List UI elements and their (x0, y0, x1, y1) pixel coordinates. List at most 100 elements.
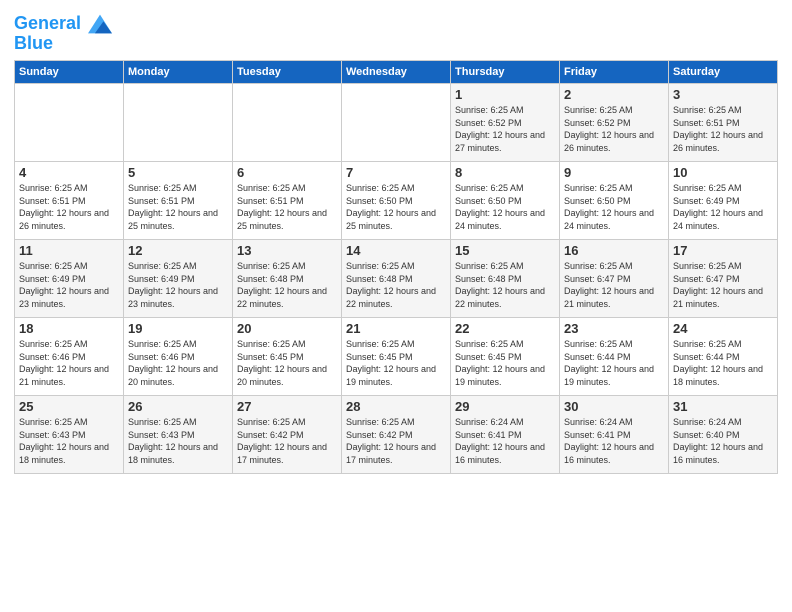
calendar-cell: 6 Sunrise: 6:25 AM Sunset: 6:51 PM Daylig… (233, 162, 342, 240)
weekday-header-saturday: Saturday (669, 61, 778, 84)
day-number: 2 (564, 87, 664, 102)
day-number: 28 (346, 399, 446, 414)
calendar-cell: 29 Sunrise: 6:24 AM Sunset: 6:41 PM Dayli… (451, 396, 560, 474)
calendar-cell: 9 Sunrise: 6:25 AM Sunset: 6:50 PM Daylig… (560, 162, 669, 240)
day-number: 19 (128, 321, 228, 336)
day-info: Sunrise: 6:25 AM Sunset: 6:49 PM Dayligh… (673, 182, 773, 232)
calendar-cell: 11 Sunrise: 6:25 AM Sunset: 6:49 PM Dayli… (15, 240, 124, 318)
calendar-cell: 4 Sunrise: 6:25 AM Sunset: 6:51 PM Daylig… (15, 162, 124, 240)
calendar-cell: 18Sunrise: 6:25 AM Sunset: 6:46 PM Dayli… (15, 318, 124, 396)
day-info: Sunrise: 6:25 AM Sunset: 6:43 PM Dayligh… (19, 416, 119, 466)
day-number: 16 (564, 243, 664, 258)
calendar-cell: 24 Sunrise: 6:25 AM Sunset: 6:44 PM Dayli… (669, 318, 778, 396)
day-number: 23 (564, 321, 664, 336)
calendar-cell: 12 Sunrise: 6:25 AM Sunset: 6:49 PM Dayli… (124, 240, 233, 318)
calendar-cell: 3Sunrise: 6:25 AM Sunset: 6:51 PM Daylig… (669, 84, 778, 162)
calendar-cell (124, 84, 233, 162)
calendar-cell: 19 Sunrise: 6:25 AM Sunset: 6:46 PM Dayli… (124, 318, 233, 396)
day-info: Sunrise: 6:25 AM Sunset: 6:49 PM Dayligh… (19, 260, 119, 310)
day-number: 17 (673, 243, 773, 258)
calendar-cell: 31 Sunrise: 6:24 AM Sunset: 6:40 PM Dayli… (669, 396, 778, 474)
calendar-cell: 14 Sunrise: 6:25 AM Sunset: 6:48 PM Dayli… (342, 240, 451, 318)
calendar-cell: 23 Sunrise: 6:25 AM Sunset: 6:44 PM Dayli… (560, 318, 669, 396)
day-info: Sunrise: 6:25 AM Sunset: 6:48 PM Dayligh… (346, 260, 446, 310)
day-number: 10 (673, 165, 773, 180)
calendar-cell (15, 84, 124, 162)
day-info: Sunrise: 6:25 AM Sunset: 6:47 PM Dayligh… (673, 260, 773, 310)
day-info: Sunrise: 6:25 AM Sunset: 6:42 PM Dayligh… (346, 416, 446, 466)
day-number: 4 (19, 165, 119, 180)
calendar-week-1: 1 Sunrise: 6:25 AM Sunset: 6:52 PM Daylig… (15, 84, 778, 162)
calendar-cell: 5Sunrise: 6:25 AM Sunset: 6:51 PM Daylig… (124, 162, 233, 240)
logo-blue-text: Blue (14, 34, 112, 54)
calendar-cell: 25Sunrise: 6:25 AM Sunset: 6:43 PM Dayli… (15, 396, 124, 474)
logo-icon (88, 14, 112, 34)
page-container: General Blue SundayMondayTuesdayWednesda… (0, 0, 792, 482)
calendar-cell: 10 Sunrise: 6:25 AM Sunset: 6:49 PM Dayli… (669, 162, 778, 240)
day-number: 24 (673, 321, 773, 336)
calendar-cell (233, 84, 342, 162)
day-info: Sunrise: 6:25 AM Sunset: 6:52 PM Dayligh… (564, 104, 664, 154)
calendar-cell: 21 Sunrise: 6:25 AM Sunset: 6:45 PM Dayli… (342, 318, 451, 396)
day-info: Sunrise: 6:25 AM Sunset: 6:51 PM Dayligh… (237, 182, 337, 232)
weekday-header-thursday: Thursday (451, 61, 560, 84)
day-number: 31 (673, 399, 773, 414)
day-number: 14 (346, 243, 446, 258)
calendar-cell: 30Sunrise: 6:24 AM Sunset: 6:41 PM Dayli… (560, 396, 669, 474)
logo: General Blue (14, 14, 112, 54)
calendar-cell: 7 Sunrise: 6:25 AM Sunset: 6:50 PM Daylig… (342, 162, 451, 240)
calendar-cell: 22Sunrise: 6:25 AM Sunset: 6:45 PM Dayli… (451, 318, 560, 396)
day-info: Sunrise: 6:25 AM Sunset: 6:45 PM Dayligh… (346, 338, 446, 388)
calendar-cell: 26 Sunrise: 6:25 AM Sunset: 6:43 PM Dayli… (124, 396, 233, 474)
calendar-cell: 28 Sunrise: 6:25 AM Sunset: 6:42 PM Dayli… (342, 396, 451, 474)
day-number: 1 (455, 87, 555, 102)
day-number: 15 (455, 243, 555, 258)
day-info: Sunrise: 6:25 AM Sunset: 6:50 PM Dayligh… (564, 182, 664, 232)
day-info: Sunrise: 6:25 AM Sunset: 6:45 PM Dayligh… (237, 338, 337, 388)
weekday-header-friday: Friday (560, 61, 669, 84)
day-info: Sunrise: 6:25 AM Sunset: 6:43 PM Dayligh… (128, 416, 228, 466)
day-number: 11 (19, 243, 119, 258)
day-number: 26 (128, 399, 228, 414)
day-info: Sunrise: 6:24 AM Sunset: 6:41 PM Dayligh… (455, 416, 555, 466)
day-info: Sunrise: 6:25 AM Sunset: 6:45 PM Dayligh… (455, 338, 555, 388)
day-number: 7 (346, 165, 446, 180)
day-info: Sunrise: 6:25 AM Sunset: 6:48 PM Dayligh… (237, 260, 337, 310)
day-number: 13 (237, 243, 337, 258)
day-info: Sunrise: 6:25 AM Sunset: 6:48 PM Dayligh… (455, 260, 555, 310)
day-info: Sunrise: 6:25 AM Sunset: 6:47 PM Dayligh… (564, 260, 664, 310)
calendar-week-3: 11 Sunrise: 6:25 AM Sunset: 6:49 PM Dayli… (15, 240, 778, 318)
calendar-cell: 15 Sunrise: 6:25 AM Sunset: 6:48 PM Dayli… (451, 240, 560, 318)
calendar-cell: 17 Sunrise: 6:25 AM Sunset: 6:47 PM Dayli… (669, 240, 778, 318)
day-info: Sunrise: 6:25 AM Sunset: 6:50 PM Dayligh… (346, 182, 446, 232)
day-info: Sunrise: 6:25 AM Sunset: 6:49 PM Dayligh… (128, 260, 228, 310)
day-info: Sunrise: 6:25 AM Sunset: 6:44 PM Dayligh… (673, 338, 773, 388)
calendar-cell: 13 Sunrise: 6:25 AM Sunset: 6:48 PM Dayli… (233, 240, 342, 318)
day-info: Sunrise: 6:25 AM Sunset: 6:50 PM Dayligh… (455, 182, 555, 232)
day-number: 21 (346, 321, 446, 336)
day-info: Sunrise: 6:25 AM Sunset: 6:52 PM Dayligh… (455, 104, 555, 154)
day-number: 12 (128, 243, 228, 258)
calendar-week-2: 4 Sunrise: 6:25 AM Sunset: 6:51 PM Daylig… (15, 162, 778, 240)
calendar-table: SundayMondayTuesdayWednesdayThursdayFrid… (14, 60, 778, 474)
day-info: Sunrise: 6:25 AM Sunset: 6:46 PM Dayligh… (128, 338, 228, 388)
day-number: 6 (237, 165, 337, 180)
day-number: 18 (19, 321, 119, 336)
day-number: 29 (455, 399, 555, 414)
day-info: Sunrise: 6:25 AM Sunset: 6:42 PM Dayligh… (237, 416, 337, 466)
day-number: 9 (564, 165, 664, 180)
day-info: Sunrise: 6:25 AM Sunset: 6:44 PM Dayligh… (564, 338, 664, 388)
day-number: 27 (237, 399, 337, 414)
calendar-cell: 1 Sunrise: 6:25 AM Sunset: 6:52 PM Daylig… (451, 84, 560, 162)
weekday-header-wednesday: Wednesday (342, 61, 451, 84)
day-info: Sunrise: 6:24 AM Sunset: 6:40 PM Dayligh… (673, 416, 773, 466)
logo-text: General (14, 14, 112, 34)
day-number: 20 (237, 321, 337, 336)
weekday-header-monday: Monday (124, 61, 233, 84)
weekday-header-row: SundayMondayTuesdayWednesdayThursdayFrid… (15, 61, 778, 84)
calendar-cell: 2 Sunrise: 6:25 AM Sunset: 6:52 PM Daylig… (560, 84, 669, 162)
day-number: 30 (564, 399, 664, 414)
day-info: Sunrise: 6:25 AM Sunset: 6:51 PM Dayligh… (19, 182, 119, 232)
day-number: 8 (455, 165, 555, 180)
day-info: Sunrise: 6:25 AM Sunset: 6:51 PM Dayligh… (673, 104, 773, 154)
